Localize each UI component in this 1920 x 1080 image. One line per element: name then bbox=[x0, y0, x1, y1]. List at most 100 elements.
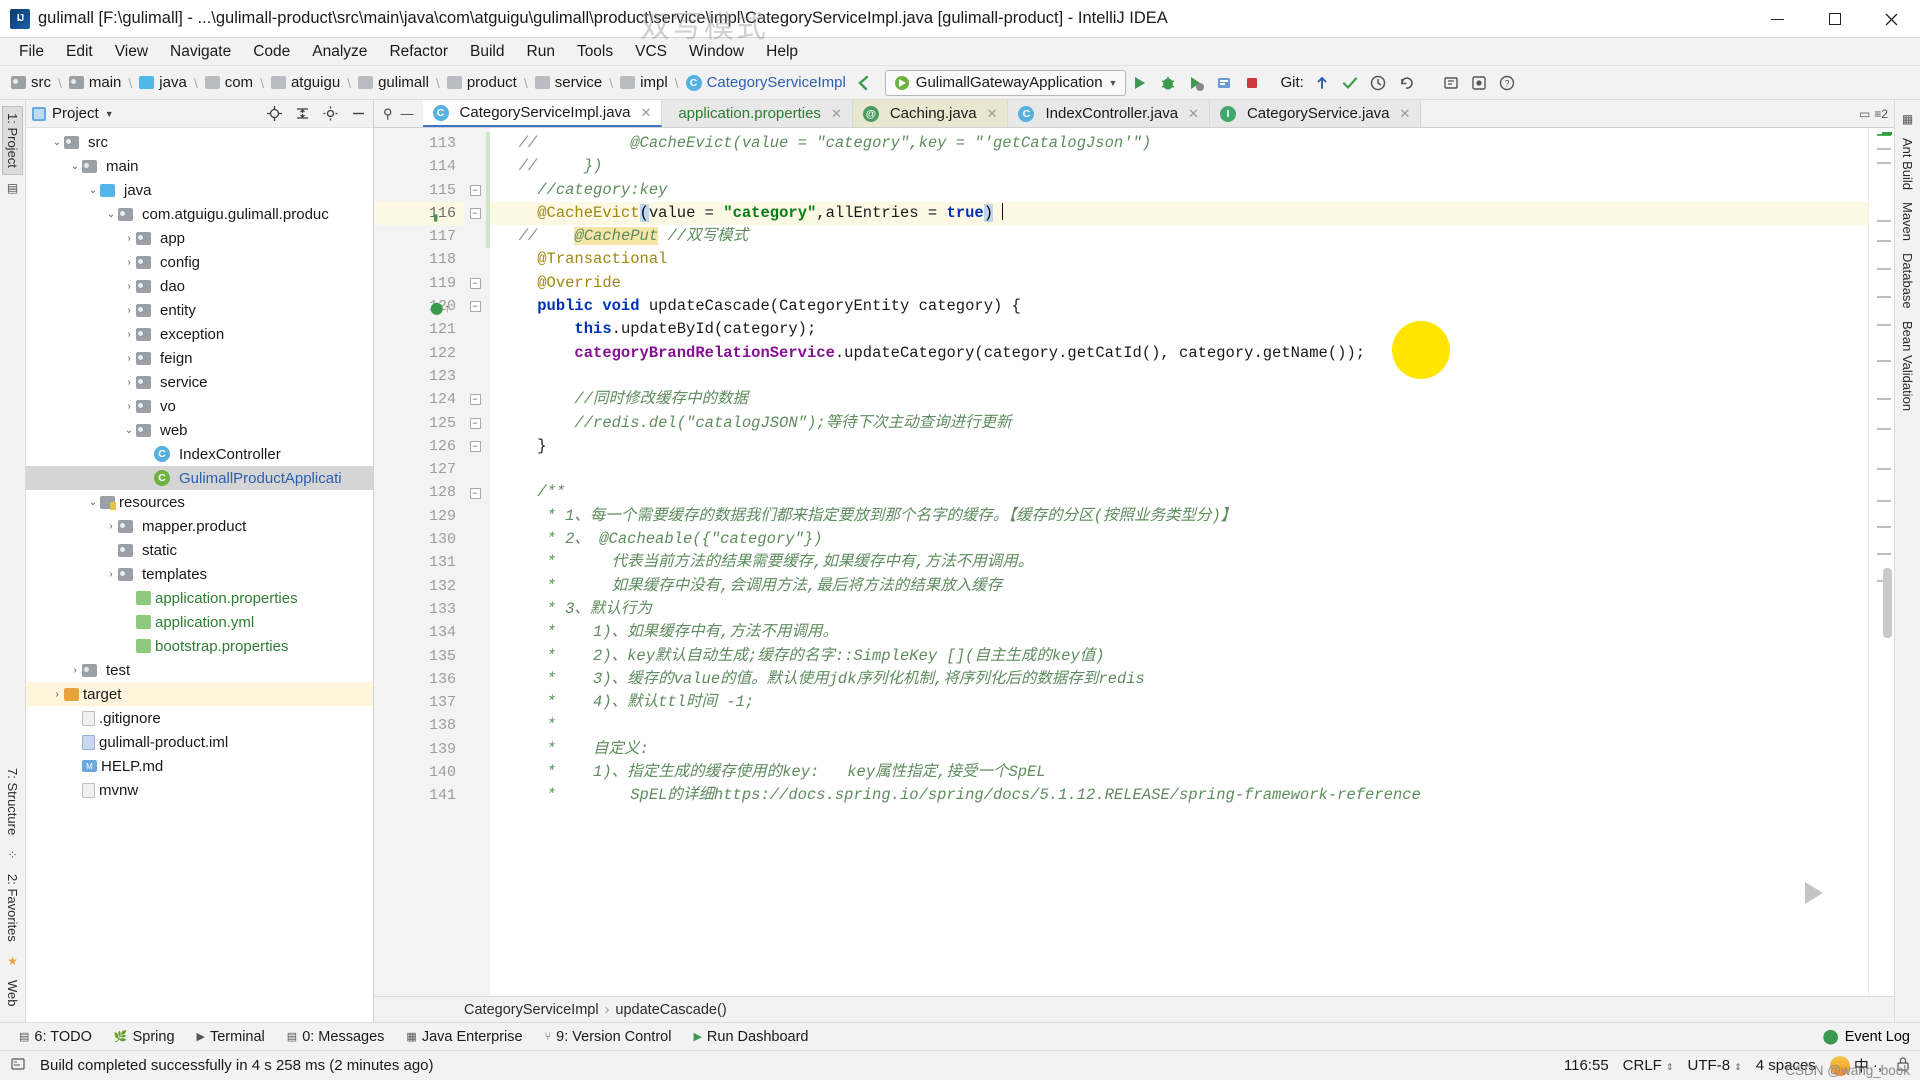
hide-panel-icon[interactable] bbox=[349, 105, 367, 123]
star-icon[interactable]: ★ bbox=[7, 954, 18, 968]
code-line[interactable]: //redis.del("catalogJSON");等待下次主动查询进行更新 bbox=[490, 412, 1868, 435]
code-line[interactable]: * 1、每一个需要缓存的数据我们都来指定要放到那个名字的缓存。【缓存的分区(按照… bbox=[490, 505, 1868, 528]
breadcrumb-item-impl[interactable]: impl bbox=[617, 74, 671, 91]
code-line[interactable]: /** bbox=[490, 481, 1868, 504]
code-line[interactable]: * 自定义: bbox=[490, 738, 1868, 761]
tree-item-target[interactable]: › target bbox=[26, 682, 373, 706]
code-editor[interactable]: 113 114 115 116 ▮ 117 118 119 120 ⬤↑ 121 122 123 124 1… bbox=[374, 128, 1894, 996]
code-line[interactable]: * 2)、key默认自动生成;缓存的名字::SimpleKey [](自主生成的… bbox=[490, 645, 1868, 668]
menu-refactor[interactable]: Refactor bbox=[378, 41, 459, 63]
code-line[interactable]: // }) bbox=[490, 155, 1868, 178]
sidebar-tab-project[interactable]: 1: Project bbox=[2, 106, 23, 175]
tree-item-templates[interactable]: › templates bbox=[26, 562, 373, 586]
sidebar-tab-bean-validation[interactable]: Bean Validation bbox=[1898, 315, 1917, 417]
code-line[interactable] bbox=[490, 365, 1868, 388]
profiler-icon[interactable] bbox=[1211, 70, 1237, 96]
split-icon[interactable]: ▭ bbox=[1859, 107, 1870, 121]
event-log-button[interactable]: ⬤ Event Log bbox=[1822, 1029, 1920, 1045]
menu-build[interactable]: Build bbox=[459, 41, 515, 63]
tree-item-app[interactable]: › app bbox=[26, 226, 373, 250]
back-arrow-icon[interactable] bbox=[850, 70, 876, 96]
tool-window-java-enterprise[interactable]: ▦ Java Enterprise bbox=[395, 1027, 533, 1047]
tree-item-indexcontroller[interactable]: C IndexController bbox=[26, 442, 373, 466]
menu-help[interactable]: Help bbox=[755, 41, 809, 63]
code-line[interactable]: * 3)、缓存的value的值。默认使用jdk序列化机制,将序列化后的数据存到r… bbox=[490, 668, 1868, 691]
tree-item-gulimall-product-iml[interactable]: gulimall-product.iml bbox=[26, 730, 373, 754]
breadcrumb-item-java[interactable]: java bbox=[136, 74, 190, 91]
sidebar-tab-structure[interactable]: 7: Structure bbox=[3, 762, 22, 841]
chevron-down-icon[interactable]: ⌄ bbox=[50, 137, 64, 148]
code-line[interactable]: * 1)、指定生成的缓存使用的key: key属性指定,接受一个SpEL bbox=[490, 761, 1868, 784]
tree-item-gulimallproductapplicati[interactable]: C GulimallProductApplicati bbox=[26, 466, 373, 490]
code-line[interactable]: this.updateById(category); bbox=[490, 318, 1868, 341]
tool-window-0-messages[interactable]: ▤ 0: Messages bbox=[276, 1027, 396, 1047]
chevron-down-icon[interactable]: ⌄ bbox=[122, 425, 136, 436]
editor-tab-application-properties[interactable]: application.properties ✕ bbox=[662, 100, 853, 127]
tool-window-spring[interactable]: 🌿 Spring bbox=[103, 1027, 186, 1047]
sidebar-tab-ant-build[interactable]: Ant Build bbox=[1898, 132, 1917, 196]
minimize-button[interactable] bbox=[1749, 0, 1806, 38]
editor-scrollbar-thumb[interactable] bbox=[1883, 568, 1892, 638]
fold-marker[interactable]: − bbox=[464, 388, 486, 411]
editor-tab-categoryservice-java[interactable]: I CategoryService.java ✕ bbox=[1209, 100, 1422, 127]
sidebar-tab-database[interactable]: Database bbox=[1898, 247, 1917, 315]
tree-item-mapper-product[interactable]: › mapper.product bbox=[26, 514, 373, 538]
breadcrumb-item-atguigu[interactable]: atguigu bbox=[268, 74, 343, 91]
code-line[interactable]: * 1)、如果缓存中有,方法不用调用。 bbox=[490, 621, 1868, 644]
tree-item-dao[interactable]: › dao bbox=[26, 274, 373, 298]
code-line[interactable]: * 3、默认行为 bbox=[490, 598, 1868, 621]
chevron-right-icon[interactable]: › bbox=[50, 689, 64, 700]
menu-analyze[interactable]: Analyze bbox=[301, 41, 378, 63]
breadcrumb-item-product[interactable]: product bbox=[444, 74, 520, 91]
breadcrumb-item-gulimall[interactable]: gulimall bbox=[355, 74, 432, 91]
line-separator[interactable]: CRLF ⇕ bbox=[1623, 1057, 1674, 1074]
tree-item-feign[interactable]: › feign bbox=[26, 346, 373, 370]
editor-tab-indexcontroller-java[interactable]: C IndexController.java ✕ bbox=[1008, 100, 1210, 127]
tree-item-static[interactable]: static bbox=[26, 538, 373, 562]
menu-edit[interactable]: Edit bbox=[55, 41, 104, 63]
debug-icon[interactable] bbox=[1155, 70, 1181, 96]
code-line[interactable] bbox=[490, 458, 1868, 481]
code-line[interactable]: * SpEL的详细https://docs.spring.io/spring/d… bbox=[490, 784, 1868, 807]
tree-item-service[interactable]: › service bbox=[26, 370, 373, 394]
tool-window-terminal[interactable]: ▶ Terminal bbox=[186, 1027, 276, 1047]
close-tab-icon[interactable]: ✕ bbox=[640, 105, 651, 121]
tree-item-bootstrap-properties[interactable]: bootstrap.properties bbox=[26, 634, 373, 658]
code-line[interactable]: @Override bbox=[490, 272, 1868, 295]
stop-icon[interactable] bbox=[1239, 70, 1265, 96]
chevron-right-icon[interactable]: › bbox=[104, 569, 118, 580]
code-content[interactable]: // @CacheEvict(value = "category",key = … bbox=[490, 128, 1868, 996]
locate-icon[interactable] bbox=[265, 105, 283, 123]
fold-marker[interactable]: − bbox=[464, 412, 486, 435]
search-everywhere-icon[interactable] bbox=[1438, 70, 1464, 96]
tree-item-vo[interactable]: › vo bbox=[26, 394, 373, 418]
fold-marker[interactable]: − bbox=[464, 481, 486, 504]
menu-run[interactable]: Run bbox=[516, 41, 566, 63]
code-folding-column[interactable]: − − − − − − − − bbox=[464, 128, 486, 996]
breadcrumb-item-categoryserviceimpl[interactable]: C CategoryServiceImpl bbox=[683, 74, 849, 91]
menu-code[interactable]: Code bbox=[242, 41, 301, 63]
maven-mini-icon[interactable]: ▦ bbox=[1902, 112, 1913, 126]
code-line[interactable]: //category:key bbox=[490, 179, 1868, 202]
close-button[interactable] bbox=[1863, 0, 1920, 38]
tree-item-main[interactable]: ⌄ main bbox=[26, 154, 373, 178]
menu-vcs[interactable]: VCS bbox=[624, 41, 678, 63]
settings-icon[interactable] bbox=[1466, 70, 1492, 96]
caret-position[interactable]: 116:55 bbox=[1564, 1057, 1609, 1074]
help-icon[interactable]: ? bbox=[1494, 70, 1520, 96]
fold-marker[interactable]: − bbox=[464, 295, 486, 318]
pin-icon[interactable]: ⚲ bbox=[383, 106, 393, 122]
chevron-down-icon[interactable]: ▼ bbox=[105, 109, 114, 119]
sidebar-tab-favorites[interactable]: 2: Favorites bbox=[3, 868, 22, 948]
tree-item-config[interactable]: › config bbox=[26, 250, 373, 274]
tree-item-resources[interactable]: ⌄ resources bbox=[26, 490, 373, 514]
chevron-right-icon[interactable]: › bbox=[122, 329, 136, 340]
tree-item-mvnw[interactable]: mvnw bbox=[26, 778, 373, 802]
run-with-coverage-icon[interactable] bbox=[1183, 70, 1209, 96]
tree-item-web[interactable]: ⌄ web bbox=[26, 418, 373, 442]
code-line[interactable]: public void updateCascade(CategoryEntity… bbox=[490, 295, 1868, 318]
tree-item-exception[interactable]: › exception bbox=[26, 322, 373, 346]
tree-item-application-properties[interactable]: application.properties bbox=[26, 586, 373, 610]
structure-mini-icon[interactable]: ▤ bbox=[7, 181, 18, 195]
chevron-right-icon[interactable]: › bbox=[122, 353, 136, 364]
